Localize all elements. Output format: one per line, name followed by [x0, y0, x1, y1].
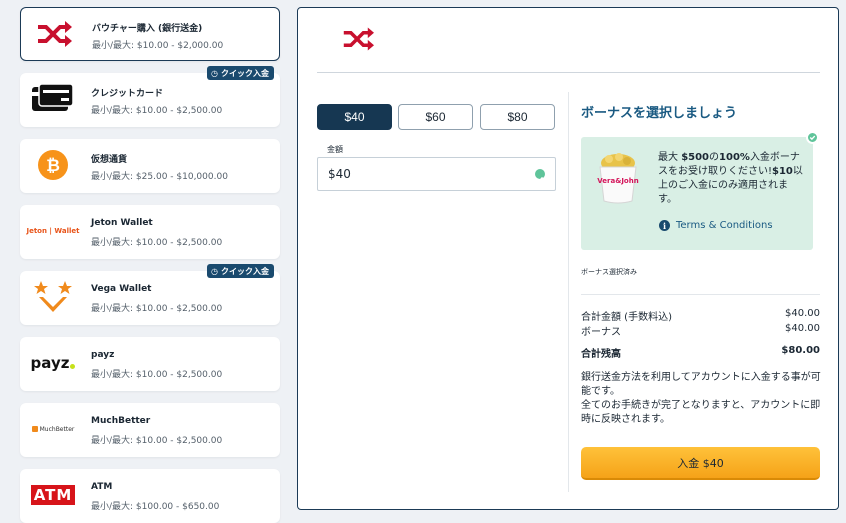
payment-method-credit-card[interactable]: ◷ クイック入金 クレジットカード 最小/最大: $10.00 - $2,500… — [20, 66, 280, 127]
bitcoin-icon: ₿ — [26, 145, 80, 185]
terms-link[interactable]: i Terms & Conditions — [659, 220, 773, 231]
bank-transfer-note: 銀行送金方法を利用してアカウントに入金する事が可能です。 全てのお手続きが完了と… — [581, 372, 821, 425]
summary-row-bonus: ボーナス $40.00 — [581, 323, 820, 338]
quick-deposit-label: クイック入金 — [221, 68, 269, 78]
vera-john-logo-text: Vera&John — [597, 177, 638, 185]
payment-method-name: payz — [91, 350, 115, 360]
quick-deposit-badge: ◷ クイック入金 — [207, 66, 274, 80]
payment-method-name: バウチャー購入 (銀行送金) — [92, 24, 203, 34]
jeton-logo-text: Jeton | Wallet — [26, 227, 80, 235]
check-icon — [806, 131, 819, 144]
bonus-max-amount: $500 — [681, 152, 710, 163]
bonus-text-part: 最大 — [658, 152, 682, 163]
payment-method-voucher[interactable]: バウチャー購入 (銀行送金) 最小/最大: $10.00 - $2,000.00 — [20, 7, 280, 61]
bonus-card[interactable]: Vera&John 最大 $500の100%入金ボーナスをお受け取りください!$… — [581, 131, 819, 250]
summary-bonus-label: ボーナス — [581, 327, 621, 338]
payment-method-crypto[interactable]: ₿ 仮想通貨 最小/最大: $25.00 - $10,000.00 — [20, 139, 280, 193]
amount-option-60[interactable]: $60 — [398, 104, 473, 130]
payment-method-name: Jeton Wallet — [91, 218, 153, 228]
header-divider — [317, 72, 820, 73]
payment-method-limits: 最小/最大: $10.00 - $2,500.00 — [91, 106, 223, 116]
quick-deposit-label: クイック入金 — [221, 266, 269, 276]
muchbetter-logo-text: MuchBetter — [39, 425, 75, 433]
column-divider — [568, 92, 569, 492]
vega-logo — [26, 277, 80, 317]
payment-method-limits: 最小/最大: $10.00 - $2,000.00 — [92, 41, 224, 51]
bonus-title: ボーナスを選択しましょう — [581, 106, 738, 121]
bonus-description: 最大 $500の100%入金ボーナスをお受け取りください!$10以上のご入金にの… — [658, 151, 806, 207]
amount-option-80[interactable]: $80 — [480, 104, 555, 130]
payz-logo-text: payz — [30, 354, 70, 372]
payment-method-jeton[interactable]: Jeton | Wallet Jeton Wallet 最小/最大: $10.0… — [20, 205, 280, 259]
payment-method-limits: 最小/最大: $10.00 - $2,500.00 — [91, 436, 223, 446]
info-icon: i — [659, 220, 670, 231]
deposit-panel: $40 $60 $80 金額 ボーナスを選択しましょう Vera&John 最大… — [297, 7, 839, 510]
payment-method-limits: 最小/最大: $100.00 - $650.00 — [91, 502, 220, 512]
svg-text:₿: ₿ — [46, 156, 60, 176]
payz-dot-icon — [70, 363, 76, 369]
muchbetter-logo: MuchBetter — [26, 409, 80, 449]
summary-total-value: $40.00 — [785, 308, 820, 319]
payment-method-muchbetter[interactable]: MuchBetter MuchBetter 最小/最大: $10.00 - $2… — [20, 403, 280, 457]
bonus-selected-label: ボーナス選択済み — [581, 268, 637, 276]
payment-method-list: バウチャー購入 (銀行送金) 最小/最大: $10.00 - $2,000.00… — [20, 7, 280, 523]
atm-logo: ATM — [26, 475, 80, 515]
summary-balance-value: $80.00 — [781, 345, 820, 356]
payment-method-limits: 最小/最大: $10.00 - $2,500.00 — [91, 304, 223, 314]
muchbetter-mark-icon — [31, 426, 38, 432]
summary-row-total: 合計金額 (手数料込) $40.00 — [581, 308, 820, 323]
payment-method-name: クレジットカード — [91, 89, 164, 99]
payment-method-limits: 最小/最大: $25.00 - $10,000.00 — [91, 172, 228, 182]
coin-bucket-image: Vera&John — [595, 149, 641, 205]
summary-total-label: 合計金額 (手数料込) — [581, 312, 672, 323]
payment-method-atm[interactable]: ATM ATM 最小/最大: $100.00 - $650.00 — [20, 469, 280, 523]
summary-row-balance: 合計残高 $80.00 — [581, 345, 820, 360]
summary-bonus-value: $40.00 — [785, 323, 820, 334]
terms-label: Terms & Conditions — [676, 220, 773, 231]
bonus-min-deposit: $10 — [772, 166, 793, 177]
summary-balance-label: 合計残高 — [581, 349, 621, 360]
bonus-percent: 100% — [719, 152, 750, 163]
payment-method-limits: 最小/最大: $10.00 - $2,500.00 — [91, 370, 223, 380]
payment-method-name: ATM — [91, 482, 113, 492]
payz-logo: payz — [26, 343, 80, 383]
shuffle-icon — [342, 26, 376, 54]
amount-input[interactable] — [317, 157, 556, 191]
payment-method-limits: 最小/最大: $10.00 - $2,500.00 — [91, 238, 223, 248]
payment-method-name: 仮想通貨 — [91, 155, 128, 165]
clock-icon: ◷ — [211, 68, 218, 78]
payment-method-vega[interactable]: ◷ クイック入金 Vega Wallet 最小/最大: $10.00 - $2,… — [20, 264, 280, 325]
payment-method-payz[interactable]: payz payz 最小/最大: $10.00 - $2,500.00 — [20, 337, 280, 391]
quick-deposit-badge: ◷ クイック入金 — [207, 264, 274, 278]
shuffle-icon — [27, 14, 81, 54]
amount-field-label: 金額 — [327, 145, 343, 154]
deposit-button[interactable]: 入金 $40 — [581, 447, 820, 480]
jeton-logo: Jeton | Wallet — [26, 211, 80, 251]
atm-logo-text: ATM — [30, 485, 76, 505]
payment-method-name: MuchBetter — [91, 416, 151, 426]
clock-icon: ◷ — [211, 266, 218, 276]
bonus-text-part: の — [709, 152, 720, 163]
summary-divider — [581, 294, 820, 295]
check-icon — [535, 169, 545, 182]
amount-option-40[interactable]: $40 — [317, 104, 392, 130]
payment-method-name: Vega Wallet — [91, 284, 152, 294]
credit-card-icon — [26, 79, 80, 119]
